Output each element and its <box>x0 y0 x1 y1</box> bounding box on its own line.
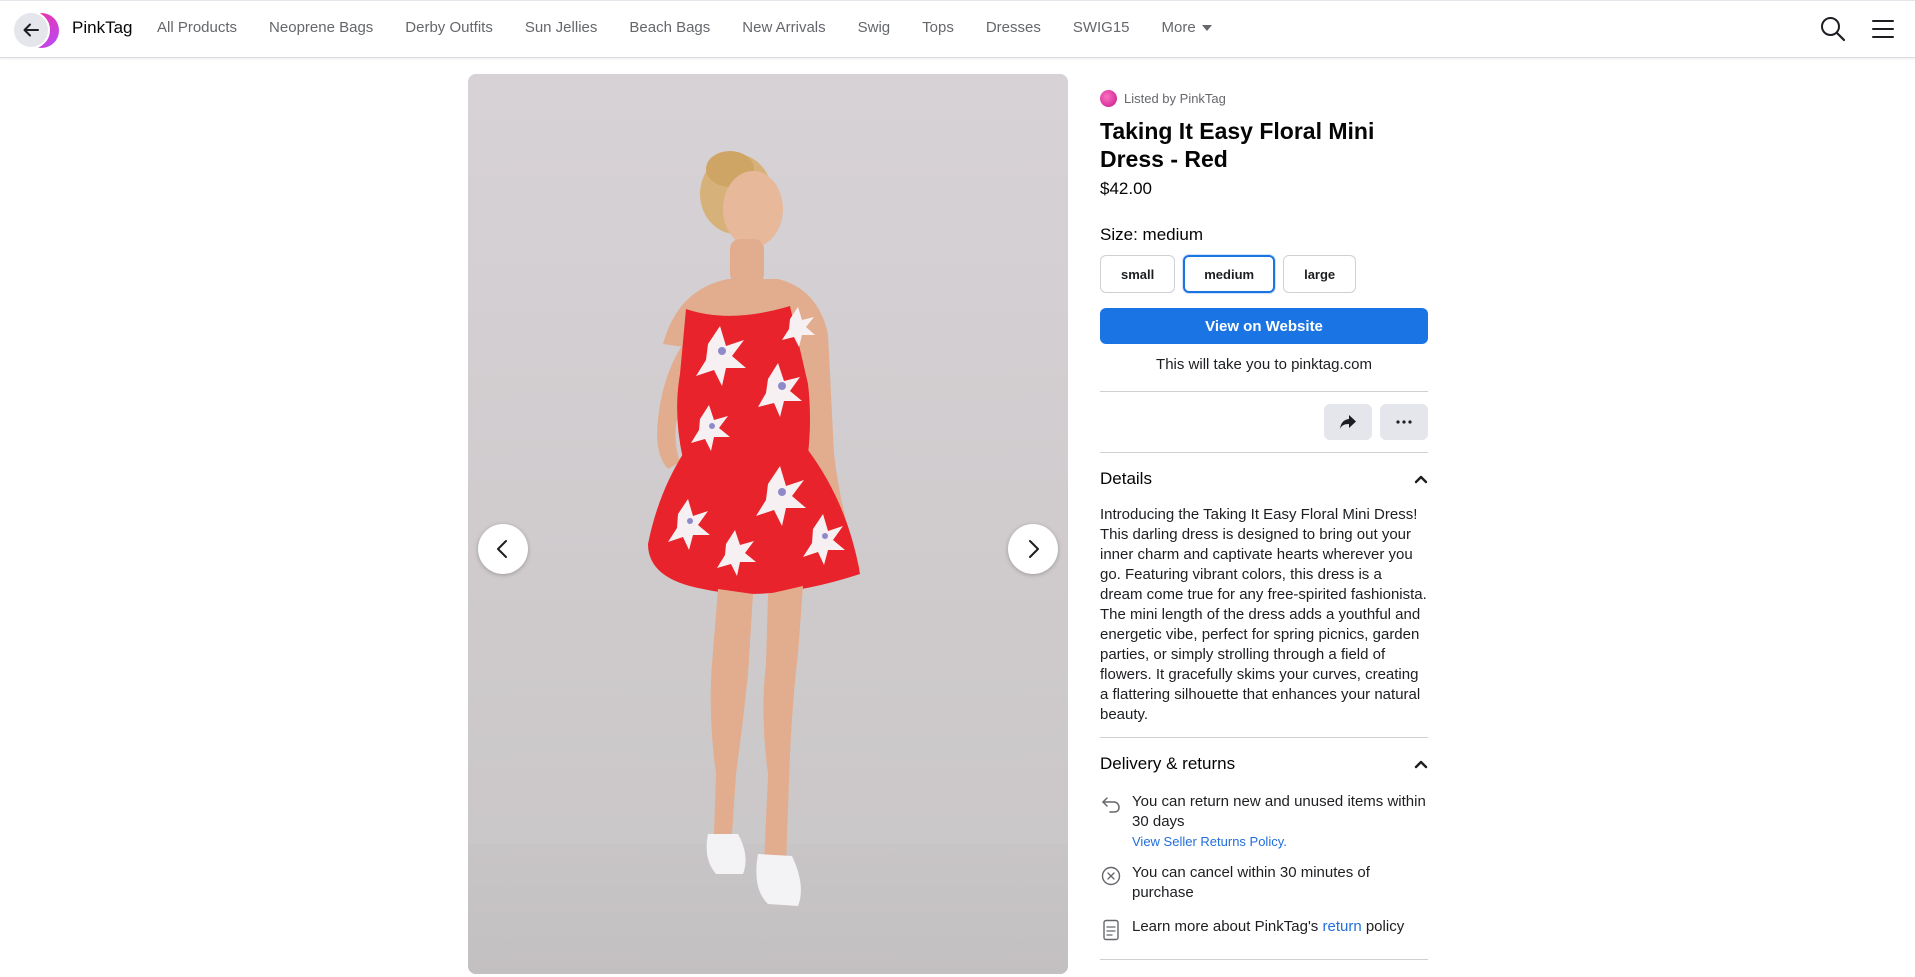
previous-image-button[interactable] <box>478 524 528 574</box>
nav-link-dresses[interactable]: Dresses <box>986 19 1041 36</box>
learn-more-row: Learn more about PinkTag's return policy <box>1100 917 1428 941</box>
nav-link-swig15[interactable]: SWIG15 <box>1073 19 1130 36</box>
product-info-panel: Listed by PinkTag Taking It Easy Floral … <box>1100 74 1428 960</box>
top-nav: PinkTag All Products Neoprene Bags Derby… <box>0 0 1915 58</box>
size-option-small[interactable]: small <box>1100 255 1176 293</box>
product-image-viewer[interactable] <box>468 74 1068 974</box>
product-price: $42.00 <box>1100 179 1152 198</box>
divider <box>1100 737 1428 738</box>
cancel-policy-row: You can cancel within 30 minutes of purc… <box>1100 863 1428 903</box>
chevron-left-icon <box>497 540 507 558</box>
divider <box>1100 959 1428 960</box>
learn-more-prefix: Learn more about PinkTag's <box>1132 918 1319 935</box>
listed-by-text: Listed by PinkTag <box>1124 91 1226 106</box>
back-button[interactable] <box>12 11 50 49</box>
top-icons <box>1819 15 1897 43</box>
size-label-prefix: Size: <box>1100 225 1138 244</box>
ellipsis-icon <box>1396 420 1412 424</box>
return-text: You can return new and unused items with… <box>1132 793 1426 830</box>
size-option-large[interactable]: large <box>1283 255 1357 293</box>
delivery-heading: Delivery & returns <box>1100 754 1236 773</box>
nav-link-neoprene-bags[interactable]: Neoprene Bags <box>269 19 373 36</box>
back-area <box>12 11 60 49</box>
learn-more-text: Learn more about PinkTag's return policy <box>1132 917 1404 937</box>
action-buttons <box>1100 404 1428 440</box>
chevron-up-icon <box>1414 760 1428 769</box>
nav-link-sun-jellies[interactable]: Sun Jellies <box>525 19 598 36</box>
redirect-note: This will take you to pinktag.com <box>1156 356 1372 373</box>
nav-link-swig[interactable]: Swig <box>858 19 891 36</box>
more-options-button[interactable] <box>1380 404 1428 440</box>
nav-link-tops[interactable]: Tops <box>922 19 954 36</box>
document-icon <box>1100 919 1122 941</box>
size-option-medium[interactable]: medium <box>1183 255 1276 293</box>
product-photo <box>648 151 860 906</box>
nav-link-new-arrivals[interactable]: New Arrivals <box>742 19 825 36</box>
return-info: You can return new and unused items with… <box>1132 792 1428 849</box>
nav-link-all-products[interactable]: All Products <box>157 19 237 36</box>
arrow-left-icon <box>23 23 39 37</box>
details-heading: Details <box>1100 469 1152 488</box>
brand-name[interactable]: PinkTag <box>72 18 132 38</box>
product-title: Taking It Easy Floral Mini Dress - Red <box>1100 118 1375 172</box>
next-image-button[interactable] <box>1008 524 1058 574</box>
divider <box>1100 391 1428 392</box>
learn-more-suffix: policy <box>1365 918 1405 935</box>
share-icon <box>1340 415 1356 429</box>
cancel-circle-icon <box>1100 865 1122 887</box>
caret-down-icon <box>1201 24 1212 31</box>
seller-info[interactable]: Listed by PinkTag <box>1100 90 1428 107</box>
category-links: All Products Neoprene Bags Derby Outfits… <box>157 19 1244 36</box>
more-menu[interactable]: More <box>1162 19 1212 36</box>
search-icon <box>1821 17 1846 42</box>
more-label: More <box>1161 19 1196 36</box>
hamburger-menu-icon <box>1872 20 1894 38</box>
size-selected-value: medium <box>1142 225 1203 244</box>
share-button[interactable] <box>1324 404 1372 440</box>
chevron-up-icon <box>1414 475 1428 484</box>
cancel-text: You can cancel within 30 minutes of purc… <box>1132 864 1370 901</box>
divider <box>1100 452 1428 453</box>
nav-link-derby-outfits[interactable]: Derby Outfits <box>405 19 493 36</box>
return-policy-link[interactable]: return <box>1322 918 1361 935</box>
details-description: Introducing the Taking It Easy Floral Mi… <box>1100 506 1427 723</box>
details-section-header[interactable]: Details <box>1100 469 1428 489</box>
search-button[interactable] <box>1819 15 1847 43</box>
size-label: Size: medium <box>1100 225 1428 245</box>
delivery-section-header[interactable]: Delivery & returns <box>1100 754 1428 774</box>
menu-button[interactable] <box>1869 15 1897 43</box>
seller-returns-policy-link[interactable]: View Seller Returns Policy. <box>1132 834 1428 849</box>
size-options: small medium large <box>1100 255 1428 293</box>
nav-link-beach-bags[interactable]: Beach Bags <box>629 19 710 36</box>
chevron-right-icon <box>1029 540 1039 558</box>
return-policy-row: You can return new and unused items with… <box>1100 792 1428 849</box>
view-on-website-button[interactable]: View on Website <box>1100 308 1428 344</box>
return-arrow-icon <box>1100 794 1122 816</box>
seller-avatar <box>1100 90 1117 107</box>
